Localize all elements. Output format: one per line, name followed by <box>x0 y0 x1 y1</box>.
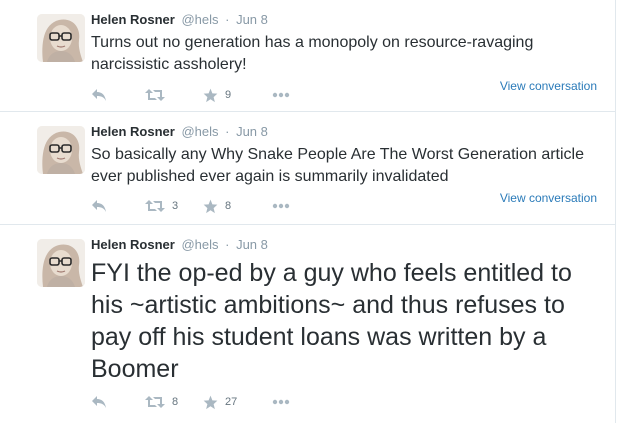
tweet-text: So basically any Why Snake People Are Th… <box>91 146 584 185</box>
tweet-header: Helen Rosner @hels · Jun 8 <box>91 124 268 140</box>
favorite-button[interactable]: 27 <box>203 394 237 410</box>
header-separator: · <box>225 124 230 139</box>
favorite-count: 27 <box>225 396 238 408</box>
retweet-button[interactable]: 8 <box>145 394 178 410</box>
header-separator: · <box>225 12 230 27</box>
tweet[interactable]: Helen Rosner @hels · Jun 8 FYI the op-ed… <box>0 225 615 423</box>
avatar[interactable] <box>37 126 85 174</box>
reply-button[interactable] <box>91 394 107 410</box>
avatar[interactable] <box>37 14 85 62</box>
reply-icon <box>92 396 106 408</box>
retweet-count: 8 <box>172 396 179 408</box>
favorite-button[interactable]: 8 <box>203 198 231 214</box>
tweet-header: Helen Rosner @hels · Jun 8 <box>91 237 268 253</box>
retweet-button[interactable]: 3 <box>145 198 178 214</box>
star-icon <box>203 199 218 213</box>
tweet-timestamp[interactable]: Jun 8 <box>236 237 268 252</box>
more-button[interactable] <box>272 87 290 103</box>
more-button[interactable] <box>272 198 290 214</box>
reply-icon <box>92 200 106 212</box>
author-fullname[interactable]: Helen Rosner <box>91 12 175 27</box>
favorite-count: 8 <box>225 200 232 212</box>
reply-button[interactable] <box>91 198 107 214</box>
author-fullname[interactable]: Helen Rosner <box>91 124 175 139</box>
avatar[interactable] <box>37 239 85 287</box>
tweet-text: FYI the op-ed by a guy who feels entitle… <box>91 259 572 383</box>
tweet[interactable]: Helen Rosner @hels · Jun 8 So basically … <box>0 112 615 225</box>
tweet-timestamp[interactable]: Jun 8 <box>236 124 268 139</box>
retweet-icon <box>145 396 165 408</box>
favorite-count: 9 <box>225 89 232 101</box>
retweet-icon <box>145 89 165 101</box>
favorite-button[interactable]: 9 <box>203 87 231 103</box>
tweet[interactable]: Helen Rosner @hels · Jun 8 Turns out no … <box>0 0 615 112</box>
tweet-timestamp[interactable]: Jun 8 <box>236 12 268 27</box>
view-conversation-link[interactable]: View conversation <box>500 191 597 205</box>
more-dots-icon <box>272 203 290 209</box>
tweet-header: Helen Rosner @hels · Jun 8 <box>91 12 268 28</box>
star-icon <box>203 88 218 102</box>
retweet-icon <box>145 200 165 212</box>
more-button[interactable] <box>272 394 290 410</box>
more-dots-icon <box>272 92 290 98</box>
more-dots-icon <box>272 399 290 405</box>
author-username[interactable]: @hels <box>181 237 218 252</box>
timeline: Helen Rosner @hels · Jun 8 Turns out no … <box>0 0 616 423</box>
header-separator: · <box>225 237 230 252</box>
star-icon <box>203 395 218 409</box>
tweet-text: Turns out no generation has a monopoly o… <box>91 34 534 73</box>
author-username[interactable]: @hels <box>181 12 218 27</box>
reply-button[interactable] <box>91 87 107 103</box>
retweet-button[interactable] <box>145 87 172 103</box>
retweet-count: 3 <box>172 200 179 212</box>
reply-icon <box>92 89 106 101</box>
author-fullname[interactable]: Helen Rosner <box>91 237 175 252</box>
view-conversation-link[interactable]: View conversation <box>500 79 597 93</box>
author-username[interactable]: @hels <box>181 124 218 139</box>
